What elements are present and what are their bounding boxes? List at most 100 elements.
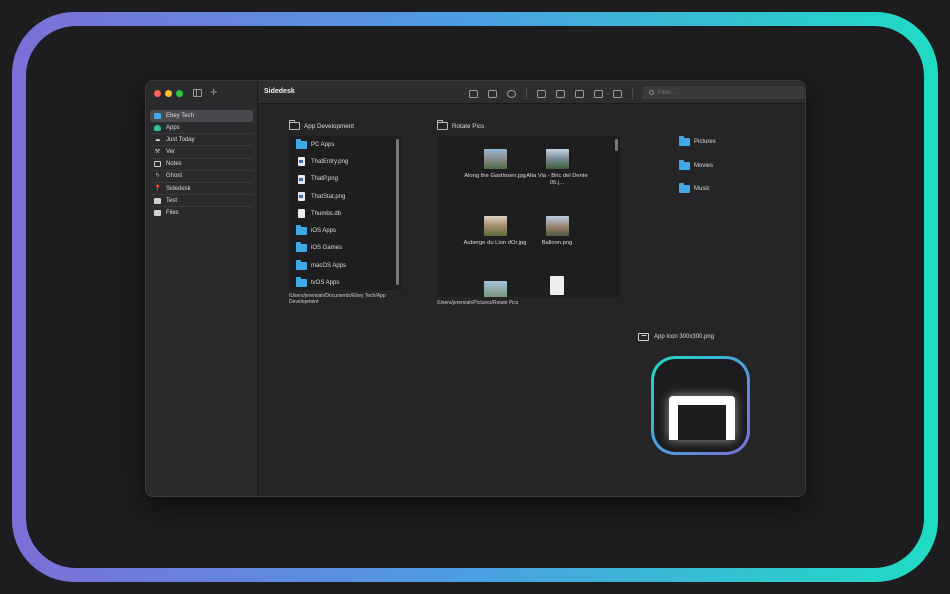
thumbnail-item[interactable]: Balloon.png	[522, 216, 592, 247]
item-label: Movies	[694, 163, 714, 169]
item-label: Music	[694, 186, 710, 192]
scrollbar[interactable]	[396, 139, 399, 285]
image-file-icon	[298, 192, 305, 202]
photo-thumbnail	[545, 149, 569, 169]
folder-icon	[296, 259, 307, 270]
sidebar-item-label: Test	[166, 197, 178, 204]
new-folder-icon[interactable]	[488, 89, 497, 98]
item-label: Pictures	[694, 139, 716, 145]
item-label: ThatEntry.png	[311, 158, 349, 165]
toolbar-divider	[526, 88, 527, 99]
filter-placeholder: Filter...	[658, 89, 677, 96]
list-item[interactable]: iOS Apps	[289, 222, 402, 239]
scrollbar[interactable]	[615, 139, 618, 151]
sidebar-item-test[interactable]: Test	[150, 195, 253, 208]
list-item[interactable]: macOS Apps	[289, 257, 402, 274]
new-document-icon[interactable]	[469, 89, 478, 98]
photo-thumbnail	[483, 216, 507, 236]
panel-title: App Development	[304, 122, 355, 130]
item-label: iOS Games	[311, 245, 343, 252]
thumbnail-item[interactable]: Along the Gastlosen.jpg	[460, 149, 530, 180]
sidebar-item-ghost[interactable]: ϟ Ghost	[150, 171, 253, 183]
list-item[interactable]: ThatP.png	[289, 171, 402, 188]
sidebar-list: Ebey Tech Apps ☁ Just Today ⚒ Ver Notes …	[150, 110, 253, 220]
item-label: Alta Via - Bric del Dente 05.j...	[526, 173, 588, 186]
rotate-pics-path: /Users/jeremiah/Pictures/Rotate Pics	[437, 300, 519, 306]
app-development-list[interactable]: PC Apps ThatEntry.png ThatP.png ThatStat…	[289, 136, 402, 290]
rectangle-icon[interactable]	[613, 89, 622, 98]
item-label: PC Apps	[311, 141, 335, 148]
minimize-button[interactable]	[165, 90, 172, 97]
rotate-pics-header[interactable]: Rotate Pics	[437, 120, 484, 130]
stack-icon	[154, 197, 161, 204]
toolbar-divider	[632, 88, 633, 99]
list-item[interactable]: ThatEntry.png	[289, 153, 402, 170]
sidebar-item-label: Ebey Tech	[166, 113, 194, 119]
close-button[interactable]	[154, 90, 161, 97]
list-item[interactable]: PC Apps	[289, 136, 402, 153]
folder-icon	[296, 225, 307, 236]
list-item[interactable]: Thumbs.db	[289, 205, 402, 222]
filter-field[interactable]: Filter...	[643, 86, 804, 99]
sidebar-item-apps[interactable]: Apps	[150, 122, 253, 135]
photo-thumbnail	[483, 281, 507, 297]
app-development-path: /Users/jeremiah/Documents/Ebey Tech/App …	[289, 293, 386, 305]
sidebar-item-just-today[interactable]: ☁ Just Today	[150, 134, 253, 147]
desk-image-file[interactable]: App Icon 300x300.png	[638, 333, 714, 341]
item-label: Along the Gastlosen.jpg	[464, 173, 526, 179]
image-file-icon	[298, 174, 305, 184]
desk-area[interactable]: App Development PC Apps ThatEntry.png Th…	[258, 104, 805, 496]
folder-outline-icon	[289, 120, 300, 130]
sidebar-item-ver[interactable]: ⚒ Ver	[150, 146, 253, 159]
globe-icon[interactable]	[507, 89, 516, 98]
image-icon	[638, 333, 649, 341]
zoom-button[interactable]	[176, 90, 183, 97]
sidebar-item-label: Files	[166, 210, 179, 217]
item-label: Thumbs.db	[311, 210, 342, 217]
app-icon-preview[interactable]	[651, 356, 750, 455]
desk-folder-movies[interactable]: Movies	[679, 160, 714, 170]
rotate-pics-grid[interactable]: Along the Gastlosen.jpg Alta Via - Bric …	[437, 136, 620, 297]
add-icon[interactable]: +	[210, 85, 218, 99]
calendar-icon[interactable]	[575, 89, 584, 98]
item-label: ThatP.png	[311, 176, 338, 183]
list-item[interactable]: ThatStat.png	[289, 188, 402, 205]
app-development-header[interactable]: App Development	[289, 120, 355, 130]
desk-folder-music[interactable]: Music	[679, 183, 710, 193]
sidebar-item-files[interactable]: Files	[150, 207, 253, 219]
arch-logo-icon	[669, 396, 735, 440]
cloud-icon	[154, 124, 161, 131]
item-label: App Icon 300x300.png	[654, 334, 715, 340]
window-controls	[154, 90, 183, 97]
item-label: Auberge du Lion dOr.jpg	[463, 240, 527, 246]
cloud-rain-icon: ☁	[154, 136, 161, 143]
sidebar-item-label: Ghost	[166, 173, 183, 180]
toolbar: Sidedesk Filter...	[258, 81, 805, 104]
list-view-icon[interactable]	[537, 89, 546, 98]
thumbnail-item[interactable]: Auberge du Lion dOr.jpg	[460, 216, 530, 247]
folder-icon	[296, 277, 307, 288]
table-view-icon[interactable]	[556, 89, 565, 98]
sidebar-toggle-icon[interactable]	[193, 89, 202, 97]
sidebar-item-sidedesk[interactable]: 📍 Sidedesk	[150, 183, 253, 196]
desk-folder-pictures[interactable]: Pictures	[679, 136, 716, 146]
sidebar-item-label: Just Today	[166, 136, 195, 143]
item-label: ThatStat.png	[311, 193, 346, 200]
folder-icon	[679, 136, 690, 146]
photo-thumbnail	[545, 216, 569, 236]
document-icon	[550, 276, 564, 295]
thumbnail-item[interactable]: Alta Via - Bric del Dente 05.j...	[522, 149, 592, 187]
list-item[interactable]: tvOS Apps	[289, 274, 402, 291]
thumbnail-item[interactable]	[522, 276, 592, 297]
sidebar-item-ebey-tech[interactable]: Ebey Tech	[150, 110, 253, 122]
toolbar-icons	[469, 88, 652, 99]
gallery-icon[interactable]	[594, 89, 603, 98]
hammer-icon: ⚒	[154, 148, 161, 155]
sidebar: + Ebey Tech Apps ☁ Just Today ⚒ Ver Note…	[146, 81, 258, 496]
thumbnail-item[interactable]	[460, 281, 530, 297]
image-file-icon	[298, 157, 305, 167]
item-label: iOS Apps	[311, 228, 337, 235]
search-icon	[649, 90, 654, 95]
sidebar-item-notes[interactable]: Notes	[150, 159, 253, 171]
list-item[interactable]: iOS Games	[289, 240, 402, 257]
